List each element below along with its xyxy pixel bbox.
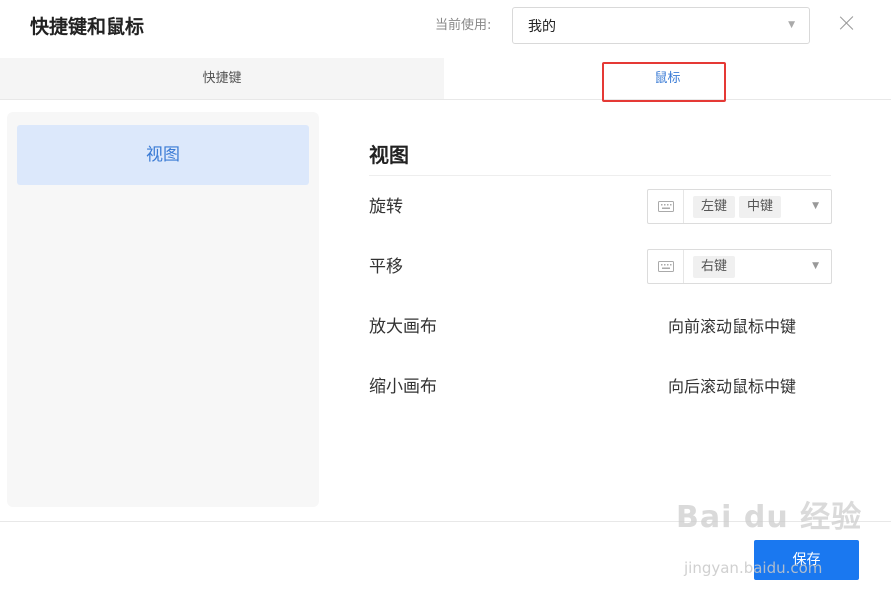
row-value-zoom-in: 向前滚动鼠标中键 (668, 317, 797, 336)
scheme-select-value: 我的 (528, 19, 556, 35)
keyboard-icon (648, 190, 684, 223)
row-label-zoom-out: 缩小画布 (369, 377, 437, 397)
section-title: 视图 (369, 143, 409, 167)
row-label-pan: 平移 (369, 257, 403, 277)
rotate-mouse-select[interactable]: 左键 中键 ▼ (647, 189, 832, 224)
row-label-rotate: 旋转 (369, 197, 403, 217)
pan-mouse-select[interactable]: 右键 ▼ (647, 249, 832, 284)
sidebar: 视图 (7, 112, 319, 507)
tab-bar: 快捷键 鼠标 (0, 58, 891, 100)
current-scheme-label: 当前使用: (435, 18, 492, 33)
row-value-zoom-out: 向后滚动鼠标中键 (668, 377, 797, 396)
row-label-zoom-in: 放大画布 (369, 317, 437, 337)
chevron-down-icon: ▼ (788, 20, 795, 30)
watermark-url: jingyan.baidu.com (684, 559, 823, 577)
tab-shortcuts[interactable]: 快捷键 (0, 58, 444, 99)
mouse-tag-right: 右键 (693, 256, 736, 278)
mouse-tag-middle: 中键 (739, 196, 782, 218)
section-divider (369, 175, 831, 176)
scheme-select[interactable]: 我的 ▼ (512, 7, 810, 44)
keyboard-icon (648, 250, 684, 283)
sidebar-item-view[interactable]: 视图 (17, 125, 309, 185)
mouse-tag-left: 左键 (693, 196, 736, 218)
watermark-logo: Bai du 经验 (676, 500, 863, 535)
dialog-title: 快捷键和鼠标 (30, 16, 145, 38)
annotation-highlight-box (602, 62, 726, 102)
close-icon[interactable] (838, 14, 856, 32)
chevron-down-icon: ▼ (812, 201, 819, 211)
chevron-down-icon: ▼ (812, 261, 819, 271)
